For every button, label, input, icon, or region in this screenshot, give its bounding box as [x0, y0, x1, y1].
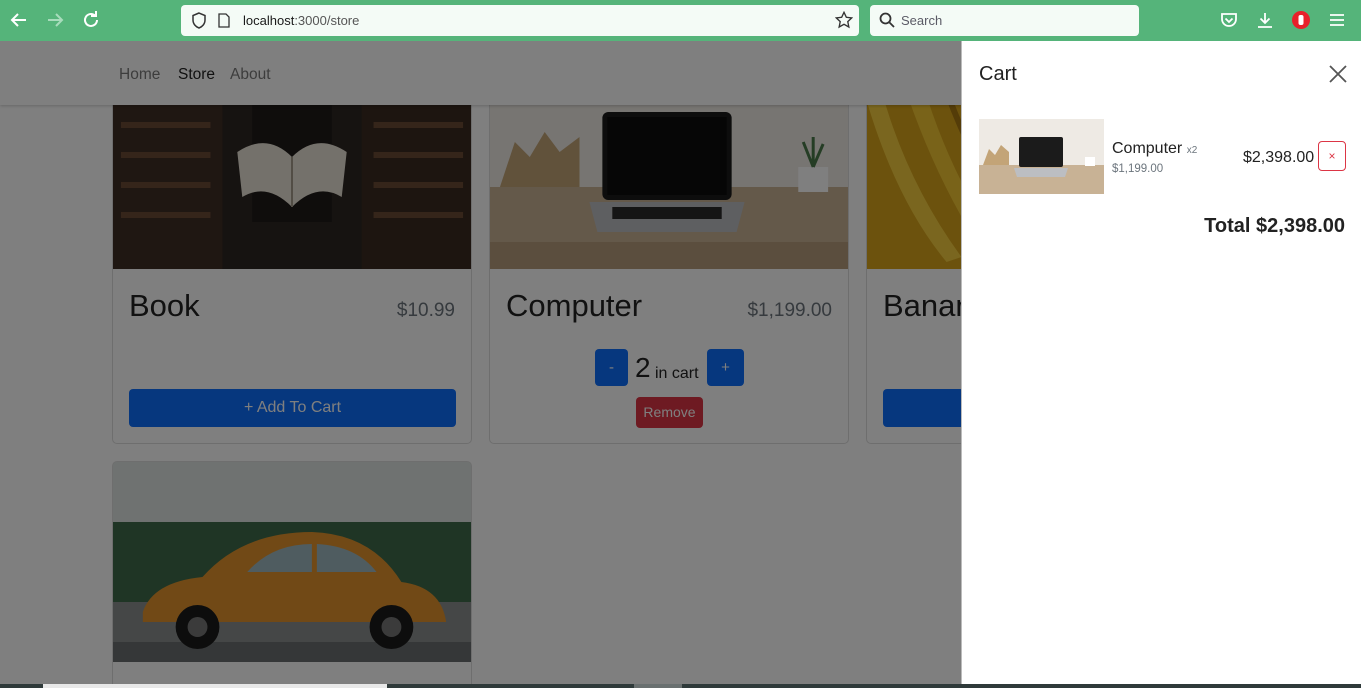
bookmark-star-icon[interactable]: [835, 11, 853, 29]
cart-item-remove-button[interactable]: ×: [1318, 141, 1346, 171]
cart-item-qty: x2: [1186, 145, 1198, 156]
search-placeholder: Search: [901, 13, 943, 28]
cart-item-line-total: $2,398.00: [1243, 149, 1315, 166]
menu-icon[interactable]: [1327, 10, 1347, 30]
extension-icon[interactable]: [1291, 10, 1311, 30]
back-icon[interactable]: [7, 8, 31, 32]
cart-item-name: Computer: [1112, 140, 1183, 157]
cart-title: Cart: [979, 63, 1017, 85]
cart-item-image: [979, 119, 1104, 194]
search-icon: [879, 12, 895, 28]
url-text[interactable]: localhost:3000/store: [243, 13, 359, 28]
taskbar-segment: [634, 684, 682, 688]
downloads-icon[interactable]: [1255, 10, 1275, 30]
url-path: :3000/store: [294, 13, 360, 28]
taskbar-segment: [43, 684, 387, 688]
page-icon[interactable]: [218, 13, 230, 28]
browser-toolbar: localhost:3000/store Search: [0, 0, 1361, 41]
forward-icon[interactable]: [43, 8, 67, 32]
search-bar[interactable]: Search: [870, 5, 1139, 36]
reload-icon[interactable]: [79, 8, 103, 32]
modal-backdrop[interactable]: [0, 41, 961, 684]
url-bar[interactable]: localhost:3000/store: [181, 5, 859, 36]
cart-item-name-row: Computer x2: [1112, 140, 1197, 158]
cart-panel: Cart Computer x2 $1,199.00 $2,398.00 × T…: [961, 41, 1361, 684]
taskbar-strip: [0, 684, 1361, 688]
close-icon[interactable]: [1327, 63, 1349, 85]
cart-item-unit-price: $1,199.00: [1112, 163, 1164, 175]
shield-icon[interactable]: [191, 12, 207, 29]
cart-total: Total $2,398.00: [1204, 215, 1345, 237]
page-content: Home Store About Book $10.99 + Add To Ca…: [0, 41, 1361, 684]
pocket-icon[interactable]: [1219, 10, 1239, 30]
url-host: localhost: [243, 13, 295, 28]
